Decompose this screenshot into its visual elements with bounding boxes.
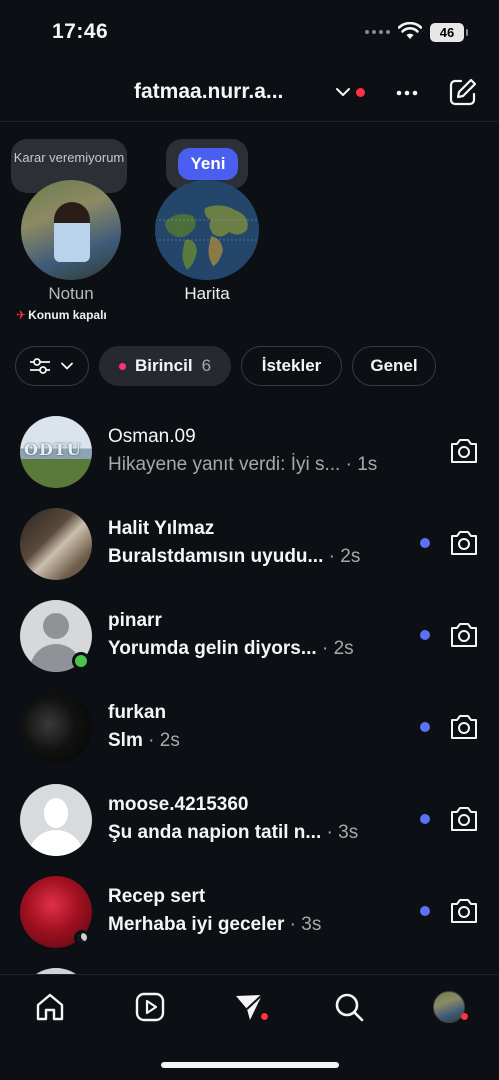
conversation-name: furkan — [108, 702, 167, 723]
camera-icon[interactable] — [448, 528, 480, 558]
unread-dot — [420, 722, 430, 732]
avatar — [20, 508, 92, 580]
conversation-name: Recep sert — [108, 886, 206, 907]
conversation-row[interactable]: ODTU Osman.09 Hikayene yanıt verdi: İyi … — [0, 416, 499, 508]
camera-icon[interactable] — [448, 436, 480, 466]
wifi-icon — [398, 22, 422, 39]
location-status: ✈ Konum kapalı — [16, 308, 107, 322]
conversation-preview: Hikayene yanıt verdi: İyi s... · 1s — [108, 454, 378, 475]
battery-icon: 46 — [430, 23, 468, 42]
globe-icon — [155, 180, 259, 280]
conversation-name: Halit Yılmaz — [108, 518, 215, 539]
chevron-down-icon[interactable] — [334, 83, 352, 101]
unread-dot — [420, 538, 430, 548]
avatar — [20, 784, 92, 856]
camera-icon[interactable] — [448, 896, 480, 926]
dm-header: fatmaa.nurr.a... — [0, 66, 499, 122]
avatar: ODTU — [20, 416, 92, 488]
status-time: 17:46 — [52, 20, 109, 43]
conversation-preview: Buralstdamısın uyudu... · 2s — [108, 546, 361, 567]
conversation-name: pinarr — [108, 610, 162, 631]
search-icon[interactable] — [333, 991, 365, 1023]
chevron-down-icon — [61, 362, 73, 370]
tab-requests[interactable]: İstekler — [241, 346, 342, 386]
status-bar: 17:46 46 — [0, 0, 499, 66]
account-username[interactable]: fatmaa.nurr.a... — [134, 80, 283, 104]
own-note-avatar[interactable] — [21, 180, 121, 280]
own-note-label: Notun — [48, 284, 94, 303]
map-label: Harita — [184, 284, 230, 303]
location-off-icon: ✈ — [16, 308, 27, 322]
conversation-name: Osman.09 — [108, 426, 196, 447]
account-notification-dot — [356, 88, 365, 97]
more-icon[interactable] — [394, 80, 420, 106]
reels-icon[interactable] — [134, 991, 166, 1023]
moon-icon — [74, 930, 90, 946]
profile-avatar[interactable] — [433, 991, 465, 1023]
unread-dot — [420, 906, 430, 916]
home-icon[interactable] — [34, 991, 66, 1023]
conversation-row[interactable]: moose.4215360 Şu anda napion tatil n... … — [0, 784, 499, 876]
conversation-preview: Slm · 2s — [108, 730, 180, 751]
camera-icon[interactable] — [448, 712, 480, 742]
tab-general[interactable]: Genel — [352, 346, 436, 386]
conversation-preview: Şu anda napion tatil n... · 3s — [108, 822, 359, 843]
tab-primary[interactable]: Birincil 6 — [99, 346, 231, 386]
conversation-preview: Yorumda gelin diyors... · 2s — [108, 638, 354, 659]
direct-notification-dot — [261, 1013, 268, 1020]
filter-button[interactable] — [15, 346, 89, 386]
signal-icon — [365, 30, 391, 36]
primary-dot — [118, 362, 126, 370]
direct-icon[interactable] — [233, 991, 265, 1023]
tab-primary-count: 6 — [201, 356, 212, 375]
tab-primary-label: Birincil — [134, 356, 193, 375]
conversation-row[interactable]: furkan Slm · 2s — [0, 692, 499, 784]
avatar — [20, 692, 92, 764]
conversation-name: moose.4215360 — [108, 794, 249, 815]
conversation-row[interactable]: Halit Yılmaz Buralstdamısın uyudu... · 2… — [0, 508, 499, 600]
new-badge: Yeni — [178, 148, 238, 180]
map-avatar[interactable] — [155, 180, 259, 280]
profile-notification-dot — [461, 1013, 468, 1020]
conversation-row[interactable]: Recep sert Merhaba iyi geceler · 3s — [0, 876, 499, 968]
conversation-row[interactable]: pinarr Yorumda gelin diyors... · 2s — [0, 600, 499, 692]
unread-dot — [420, 814, 430, 824]
camera-icon[interactable] — [448, 620, 480, 650]
compose-icon[interactable] — [448, 77, 478, 107]
unread-dot — [420, 630, 430, 640]
camera-icon[interactable] — [448, 804, 480, 834]
conversation-preview: Merhaba iyi geceler · 3s — [108, 914, 322, 935]
filter-icon — [30, 358, 50, 374]
home-indicator — [161, 1062, 339, 1068]
online-indicator — [72, 652, 90, 670]
